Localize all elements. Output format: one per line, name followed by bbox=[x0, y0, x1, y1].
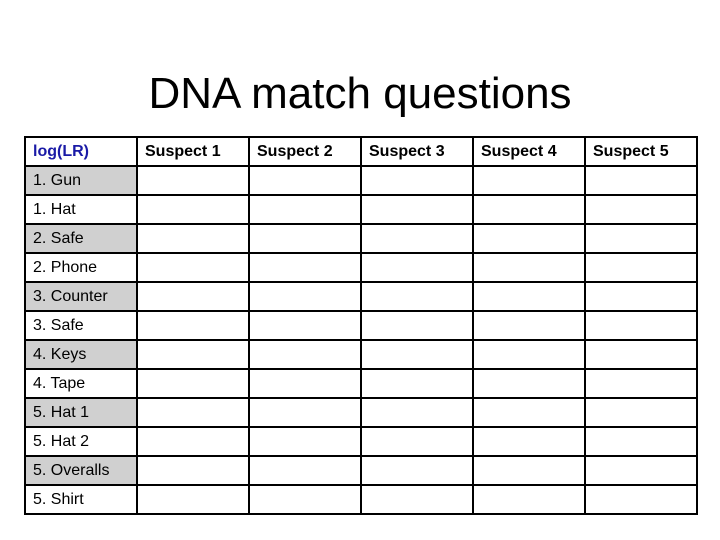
table-cell[interactable] bbox=[472, 455, 586, 486]
table-row: 1. Gun bbox=[24, 165, 698, 196]
row-label: 5. Overalls bbox=[24, 455, 138, 486]
table-cell[interactable] bbox=[584, 455, 698, 486]
table-cell[interactable] bbox=[360, 165, 474, 196]
table-cell[interactable] bbox=[472, 165, 586, 196]
table-cell[interactable] bbox=[136, 223, 250, 254]
table-cell[interactable] bbox=[472, 339, 586, 370]
table-row: 3. Counter bbox=[24, 281, 698, 312]
table-cell[interactable] bbox=[360, 310, 474, 341]
table-cell[interactable] bbox=[360, 252, 474, 283]
table-cell[interactable] bbox=[136, 194, 250, 225]
table-cell[interactable] bbox=[136, 165, 250, 196]
dna-match-table: log(LR) Suspect 1 Suspect 2 Suspect 3 Su… bbox=[24, 136, 698, 515]
table-cell[interactable] bbox=[360, 339, 474, 370]
table-cell[interactable] bbox=[472, 426, 586, 457]
header-row: log(LR) Suspect 1 Suspect 2 Suspect 3 Su… bbox=[24, 136, 698, 167]
table-cell[interactable] bbox=[472, 397, 586, 428]
table-cell[interactable] bbox=[584, 397, 698, 428]
row-label: 5. Hat 1 bbox=[24, 397, 138, 428]
table-cell[interactable] bbox=[248, 252, 362, 283]
table-cell[interactable] bbox=[248, 165, 362, 196]
table-cell[interactable] bbox=[584, 194, 698, 225]
table-cell[interactable] bbox=[360, 281, 474, 312]
table-cell[interactable] bbox=[136, 397, 250, 428]
table-cell[interactable] bbox=[472, 484, 586, 515]
table-cell[interactable] bbox=[360, 194, 474, 225]
row-label: 4. Keys bbox=[24, 339, 138, 370]
row-label: 3. Safe bbox=[24, 310, 138, 341]
table-cell[interactable] bbox=[136, 484, 250, 515]
table-cell[interactable] bbox=[360, 484, 474, 515]
table-cell[interactable] bbox=[472, 368, 586, 399]
table-cell[interactable] bbox=[584, 339, 698, 370]
table-cell[interactable] bbox=[248, 281, 362, 312]
column-header-suspect-3: Suspect 3 bbox=[360, 136, 474, 167]
table-row: 2. Phone bbox=[24, 252, 698, 283]
table-cell[interactable] bbox=[584, 426, 698, 457]
row-label: 1. Hat bbox=[24, 194, 138, 225]
table-cell[interactable] bbox=[360, 455, 474, 486]
table-row: 5. Shirt bbox=[24, 484, 698, 515]
table-cell[interactable] bbox=[136, 455, 250, 486]
corner-header: log(LR) bbox=[24, 136, 138, 167]
table-row: 4. Keys bbox=[24, 339, 698, 370]
table-cell[interactable] bbox=[248, 310, 362, 341]
column-header-suspect-1: Suspect 1 bbox=[136, 136, 250, 167]
row-label: 3. Counter bbox=[24, 281, 138, 312]
row-label: 1. Gun bbox=[24, 165, 138, 196]
table-cell[interactable] bbox=[472, 223, 586, 254]
table-cell[interactable] bbox=[248, 339, 362, 370]
table-row: 1. Hat bbox=[24, 194, 698, 225]
table-cell[interactable] bbox=[584, 368, 698, 399]
table-cell[interactable] bbox=[136, 252, 250, 283]
table-cell[interactable] bbox=[584, 165, 698, 196]
row-label: 5. Shirt bbox=[24, 484, 138, 515]
table-cell[interactable] bbox=[136, 426, 250, 457]
table-cell[interactable] bbox=[136, 339, 250, 370]
table-cell[interactable] bbox=[136, 310, 250, 341]
column-header-suspect-4: Suspect 4 bbox=[472, 136, 586, 167]
table-cell[interactable] bbox=[584, 252, 698, 283]
table-cell[interactable] bbox=[248, 397, 362, 428]
column-header-suspect-2: Suspect 2 bbox=[248, 136, 362, 167]
table-cell[interactable] bbox=[584, 223, 698, 254]
row-label: 4. Tape bbox=[24, 368, 138, 399]
table-cell[interactable] bbox=[472, 310, 586, 341]
table-cell[interactable] bbox=[248, 455, 362, 486]
table-cell[interactable] bbox=[248, 194, 362, 225]
table-row: 3. Safe bbox=[24, 310, 698, 341]
table-cell[interactable] bbox=[584, 281, 698, 312]
row-label: 2. Phone bbox=[24, 252, 138, 283]
row-label: 2. Safe bbox=[24, 223, 138, 254]
table-row: 2. Safe bbox=[24, 223, 698, 254]
table-cell[interactable] bbox=[136, 368, 250, 399]
table-cell[interactable] bbox=[248, 426, 362, 457]
table-cell[interactable] bbox=[472, 194, 586, 225]
table-cell[interactable] bbox=[360, 223, 474, 254]
table-cell[interactable] bbox=[248, 368, 362, 399]
table-row: 5. Overalls bbox=[24, 455, 698, 486]
table-cell[interactable] bbox=[584, 310, 698, 341]
slide-title: DNA match questions bbox=[148, 69, 572, 118]
table-cell[interactable] bbox=[248, 484, 362, 515]
table-cell[interactable] bbox=[584, 484, 698, 515]
table-row: 4. Tape bbox=[24, 368, 698, 399]
row-label: 5. Hat 2 bbox=[24, 426, 138, 457]
table-cell[interactable] bbox=[248, 223, 362, 254]
table-cell[interactable] bbox=[472, 252, 586, 283]
table-cell[interactable] bbox=[360, 368, 474, 399]
table-row: 5. Hat 1 bbox=[24, 397, 698, 428]
column-header-suspect-5: Suspect 5 bbox=[584, 136, 698, 167]
table-cell[interactable] bbox=[360, 397, 474, 428]
table-cell[interactable] bbox=[472, 281, 586, 312]
table-cell[interactable] bbox=[360, 426, 474, 457]
table-cell[interactable] bbox=[136, 281, 250, 312]
table-row: 5. Hat 2 bbox=[24, 426, 698, 457]
